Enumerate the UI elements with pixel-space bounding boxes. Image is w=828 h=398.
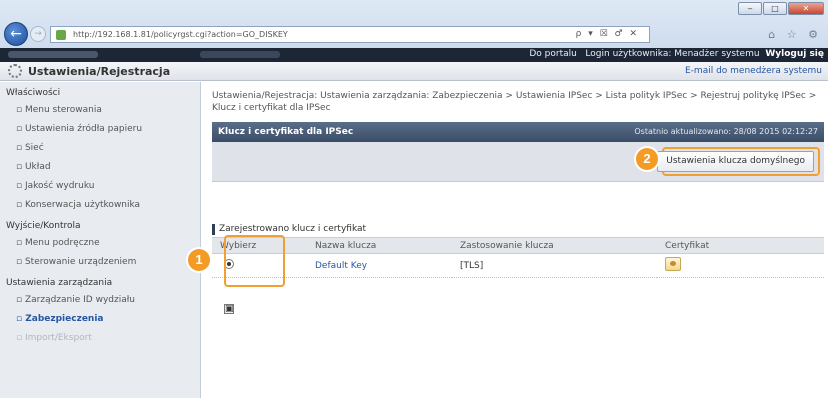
favicon-icon bbox=[56, 30, 66, 40]
url-text: http://192.168.1.81/policyrgst.cgi?actio… bbox=[73, 30, 288, 39]
logout-link[interactable]: Wyloguj się bbox=[765, 49, 824, 59]
close-button[interactable]: ✕ bbox=[788, 2, 824, 15]
collapse-icon[interactable]: ▣ bbox=[224, 304, 234, 314]
col-certificate: Certyfikat bbox=[657, 237, 824, 254]
default-key-settings-button[interactable]: Ustawienia klucza domyślnego bbox=[657, 151, 814, 172]
browser-chrome: ‒ □ ✕ ← → http://192.168.1.81/policyrgst… bbox=[0, 0, 828, 62]
sidebar-item-layout[interactable]: ▫ Układ bbox=[0, 158, 200, 177]
key-name-link[interactable]: Default Key bbox=[307, 253, 452, 278]
sidebar-item-device-control[interactable]: ▫ Sterowanie urządzeniem bbox=[0, 253, 200, 272]
sidebar-item-print-quality[interactable]: ▫ Jakość wydruku bbox=[0, 177, 200, 196]
app-header: Ustawienia/Rejestracja E-mail do menedże… bbox=[0, 62, 828, 81]
minimize-button[interactable]: ‒ bbox=[738, 2, 762, 15]
login-label: Login użytkownika: Menadżer systemu bbox=[585, 49, 760, 59]
user-info: Do portalu Login użytkownika: Menadżer s… bbox=[529, 49, 824, 59]
panel-title: Klucz i certyfikat dla IPSec bbox=[218, 127, 354, 137]
key-usage: [TLS] bbox=[452, 253, 657, 278]
sidebar-item-department-id[interactable]: ▫ Zarządzanie ID wydziału bbox=[0, 291, 200, 310]
callout-2-badge: 2 bbox=[636, 148, 658, 170]
back-icon[interactable]: ← bbox=[4, 22, 28, 46]
last-updated: Ostatnio aktualizowano: 28/08 2015 02:12… bbox=[634, 127, 818, 136]
sidebar: Właściwości ▫ Menu sterowania ▫ Ustawien… bbox=[0, 82, 201, 398]
sidebar-item-control-menu[interactable]: ▫ Menu sterowania bbox=[0, 101, 200, 120]
col-key-usage: Zastosowanie klucza bbox=[452, 237, 657, 254]
blurred-title-2 bbox=[200, 51, 280, 58]
table-row: Default Key [TLS] bbox=[212, 253, 824, 278]
browser-toolbar-icons[interactable]: ⌂ ☆ ⚙ bbox=[768, 28, 822, 41]
sidebar-item-paper-source[interactable]: ▫ Ustawienia źródła papieru bbox=[0, 120, 200, 139]
page-title: Ustawienia/Rejestracja bbox=[28, 65, 171, 78]
breadcrumb: Ustawienia/Rejestracja: Ustawienia zarzą… bbox=[212, 91, 817, 113]
sidebar-group-output: Wyjście/Kontrola bbox=[6, 221, 81, 231]
sidebar-item-network[interactable]: ▫ Sieć bbox=[0, 139, 200, 158]
sidebar-group-properties: Właściwości bbox=[6, 88, 61, 98]
callout-1-badge: 1 bbox=[188, 249, 210, 271]
certificate-icon[interactable] bbox=[665, 257, 681, 271]
sidebar-item-user-maintenance[interactable]: ▫ Konserwacja użytkownika bbox=[0, 196, 200, 215]
key-table: Wybierz Nazwa klucza Zastosowanie klucza… bbox=[212, 237, 824, 278]
sidebar-item-quick-menu[interactable]: ▫ Menu podręczne bbox=[0, 234, 200, 253]
address-bar[interactable]: http://192.168.1.81/policyrgst.cgi?actio… bbox=[50, 26, 650, 43]
sidebar-group-management: Ustawienia zarządzania bbox=[6, 278, 113, 288]
col-key-name: Nazwa klucza bbox=[307, 237, 452, 254]
sidebar-item-import-export[interactable]: ▫ Import/Eksport bbox=[0, 329, 200, 348]
panel-toolbar: Ustawienia klucza domyślnego bbox=[212, 142, 824, 182]
forward-icon[interactable]: → bbox=[30, 26, 46, 42]
address-tools[interactable]: ρ ▾ ☒ ♂ ✕ bbox=[576, 27, 639, 42]
maximize-button[interactable]: □ bbox=[763, 2, 787, 15]
portal-link[interactable]: Do portalu bbox=[529, 49, 576, 59]
top-user-bar: Do portalu Login użytkownika: Menadżer s… bbox=[0, 48, 828, 62]
blurred-title bbox=[8, 51, 98, 58]
section-title: Zarejestrowano klucz i certyfikat bbox=[212, 224, 366, 235]
mail-admin-link[interactable]: E-mail do menedżera systemu bbox=[685, 66, 822, 76]
sidebar-item-security[interactable]: ▫ Zabezpieczenia bbox=[0, 310, 200, 329]
highlight-select-column bbox=[224, 235, 285, 287]
gear-icon bbox=[8, 64, 22, 78]
window-controls: ‒ □ ✕ bbox=[738, 2, 824, 15]
panel-header: Klucz i certyfikat dla IPSec Ostatnio ak… bbox=[212, 122, 824, 142]
main-content: Ustawienia/Rejestracja: Ustawienia zarzą… bbox=[188, 82, 824, 398]
